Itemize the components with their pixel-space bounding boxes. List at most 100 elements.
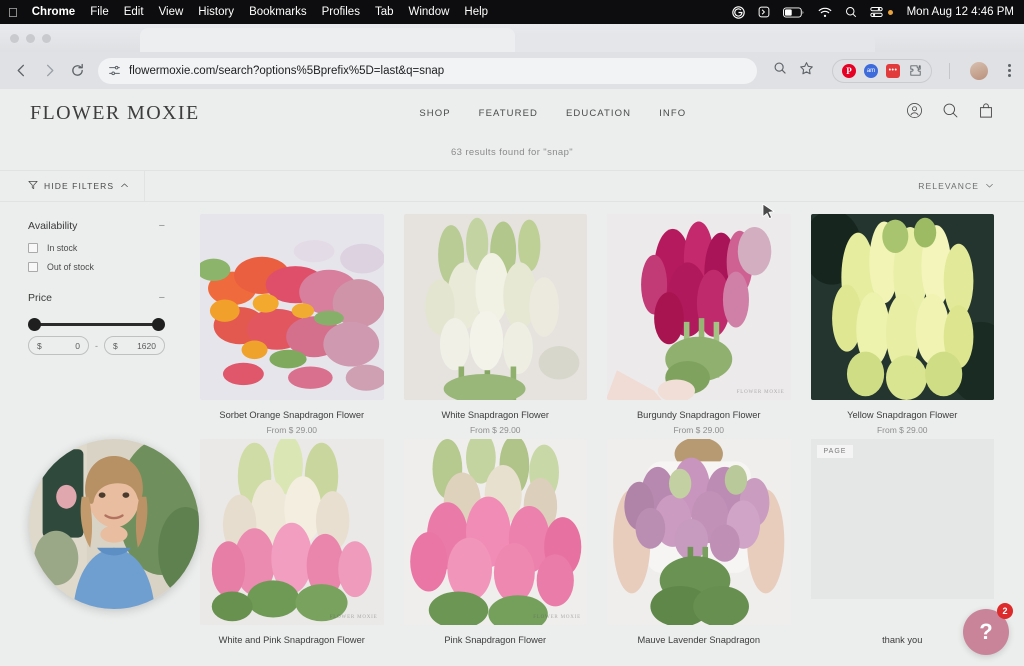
- back-arrow-icon[interactable]: [8, 58, 34, 84]
- product-title[interactable]: Mauve Lavender Snapdragon: [607, 635, 791, 645]
- product-image-white[interactable]: [403, 214, 587, 400]
- reload-icon[interactable]: [64, 58, 90, 84]
- window-controls[interactable]: [10, 33, 51, 43]
- page-result-card[interactable]: PAGE thank you: [810, 439, 994, 645]
- product-title[interactable]: Sorbet Orange Snapdragon Flower: [200, 410, 384, 420]
- sort-dropdown[interactable]: RELEVANCE: [918, 181, 1024, 192]
- menu-item-history[interactable]: History: [198, 6, 234, 18]
- product-title[interactable]: Yellow Snapdragon Flower: [811, 410, 995, 420]
- price-min-input[interactable]: $ 0: [28, 336, 89, 355]
- product-card[interactable]: FLOWER MOXIE Burgundy Snapdragon Flower …: [607, 214, 791, 435]
- maximize-window-button[interactable]: [42, 33, 51, 43]
- product-price: From $ 29.00: [673, 425, 725, 435]
- checkbox-in-stock[interactable]: [28, 243, 38, 253]
- product-image-sorbet-orange[interactable]: [200, 214, 384, 400]
- menu-item-chrome[interactable]: Chrome: [32, 6, 75, 18]
- product-card[interactable]: White Snapdragon Flower From $ 29.00: [403, 214, 588, 435]
- menubar-clock[interactable]: Mon Aug 12 4:46 PM: [907, 6, 1014, 18]
- product-image-white-and-pink[interactable]: FLOWER MOXIE: [200, 439, 384, 625]
- pinterest-extension[interactable]: P: [842, 63, 856, 78]
- product-image-burgundy[interactable]: FLOWER MOXIE: [607, 214, 791, 400]
- menu-item-tab[interactable]: Tab: [375, 6, 394, 18]
- chevron-up-icon: [120, 181, 129, 192]
- battery-icon[interactable]: [782, 6, 805, 18]
- minus-icon[interactable]: −: [159, 292, 165, 304]
- menu-item-file[interactable]: File: [90, 6, 109, 18]
- product-grid-rows: Sorbet Orange Snapdragon Flower From $ 2…: [200, 214, 994, 645]
- product-title[interactable]: Pink Snapdragon Flower: [404, 635, 588, 645]
- menu-item-edit[interactable]: Edit: [124, 6, 144, 18]
- product-title[interactable]: White and Pink Snapdragon Flower: [200, 635, 384, 645]
- menu-item-window[interactable]: Window: [409, 6, 450, 18]
- product-card[interactable]: FLOWER MOXIE Pink Snapdragon Flower: [403, 439, 588, 645]
- extensions-puzzle-icon[interactable]: [908, 64, 922, 78]
- apple-icon[interactable]: : [8, 6, 18, 19]
- price-header[interactable]: Price −: [28, 292, 165, 304]
- control-center-icon[interactable]: [869, 6, 893, 18]
- slider-handle-min[interactable]: [28, 318, 41, 331]
- account-icon[interactable]: [906, 102, 923, 124]
- hide-filters-label: HIDE FILTERS: [44, 181, 115, 191]
- hide-filters-button[interactable]: HIDE FILTERS: [0, 171, 145, 201]
- tab-strip: [0, 24, 1024, 52]
- url-text[interactable]: flowermoxie.com/search?options%5Bprefix%…: [129, 65, 747, 77]
- product-card[interactable]: Mauve Lavender Snapdragon: [607, 439, 791, 645]
- site-settings-icon[interactable]: [108, 64, 121, 77]
- page-search-icon[interactable]: [773, 61, 787, 80]
- profile-avatar-icon[interactable]: [970, 61, 988, 80]
- browser-tab-active[interactable]: [140, 28, 515, 52]
- shopping-bag-icon[interactable]: [978, 102, 994, 124]
- help-unread-badge[interactable]: 2: [997, 603, 1013, 619]
- out-of-stock-label: Out of stock: [47, 262, 94, 272]
- price-range-slider[interactable]: [28, 315, 165, 336]
- product-card[interactable]: Sorbet Orange Snapdragon Flower From $ 2…: [200, 214, 384, 435]
- product-image-pink[interactable]: FLOWER MOXIE: [403, 439, 587, 625]
- search-icon[interactable]: [942, 102, 959, 124]
- close-window-button[interactable]: [10, 33, 19, 43]
- red-extension[interactable]: •••: [886, 63, 900, 78]
- product-title[interactable]: Burgundy Snapdragon Flower: [607, 410, 791, 420]
- filter-funnel-icon: [28, 180, 38, 192]
- shortcuts-icon[interactable]: [758, 6, 770, 18]
- spotlight-search-icon[interactable]: [845, 6, 857, 18]
- product-image-yellow[interactable]: [810, 214, 994, 400]
- product-image-mauve-lavender[interactable]: [607, 439, 791, 625]
- chrome-menu-icon[interactable]: [1003, 64, 1016, 77]
- in-stock-label: In stock: [47, 243, 78, 253]
- minus-icon[interactable]: −: [159, 220, 165, 232]
- product-title[interactable]: White Snapdragon Flower: [404, 410, 588, 420]
- page-badge: PAGE: [816, 445, 854, 458]
- nav-item-shop[interactable]: SHOP: [419, 108, 450, 119]
- price-max-input[interactable]: $ 1620: [104, 336, 165, 355]
- minimize-window-button[interactable]: [26, 33, 35, 43]
- chevron-down-icon: [985, 181, 994, 192]
- filter-in-stock[interactable]: In stock: [28, 243, 165, 253]
- product-card[interactable]: FLOWER MOXIE White and Pink Snapdragon F…: [200, 439, 384, 645]
- video-chat-bubble[interactable]: [29, 439, 199, 609]
- wifi-icon[interactable]: [818, 7, 832, 18]
- browser-tab-inactive[interactable]: [515, 34, 875, 52]
- blue-extension[interactable]: am: [864, 63, 878, 78]
- price-min-value: 0: [75, 340, 80, 351]
- product-grid: Sorbet Orange Snapdragon Flower From $ 2…: [187, 202, 1024, 654]
- price-max-value: 1620: [137, 340, 156, 351]
- site-logo[interactable]: FLOWER MOXIE: [30, 102, 200, 125]
- page-result-placeholder[interactable]: PAGE: [810, 439, 994, 599]
- menu-item-view[interactable]: View: [159, 6, 184, 18]
- nav-item-education[interactable]: EDUCATION: [566, 108, 631, 119]
- filter-out-of-stock[interactable]: Out of stock: [28, 262, 165, 272]
- nav-item-featured[interactable]: FEATURED: [479, 108, 538, 119]
- slider-handle-max[interactable]: [152, 318, 165, 331]
- menu-item-profiles[interactable]: Profiles: [322, 6, 360, 18]
- forward-arrow-icon[interactable]: [36, 58, 62, 84]
- address-bar[interactable]: flowermoxie.com/search?options%5Bprefix%…: [98, 57, 757, 84]
- menu-item-bookmarks[interactable]: Bookmarks: [249, 6, 307, 18]
- menu-item-help[interactable]: Help: [464, 6, 488, 18]
- product-price: From $ 29.00: [266, 425, 318, 435]
- availability-header[interactable]: Availability −: [28, 220, 165, 232]
- bookmark-star-icon[interactable]: [799, 61, 814, 81]
- nav-item-info[interactable]: INFO: [659, 108, 686, 119]
- checkbox-out-of-stock[interactable]: [28, 262, 38, 272]
- product-card[interactable]: Yellow Snapdragon Flower From $ 29.00: [810, 214, 995, 435]
- grammarly-icon[interactable]: [731, 5, 745, 19]
